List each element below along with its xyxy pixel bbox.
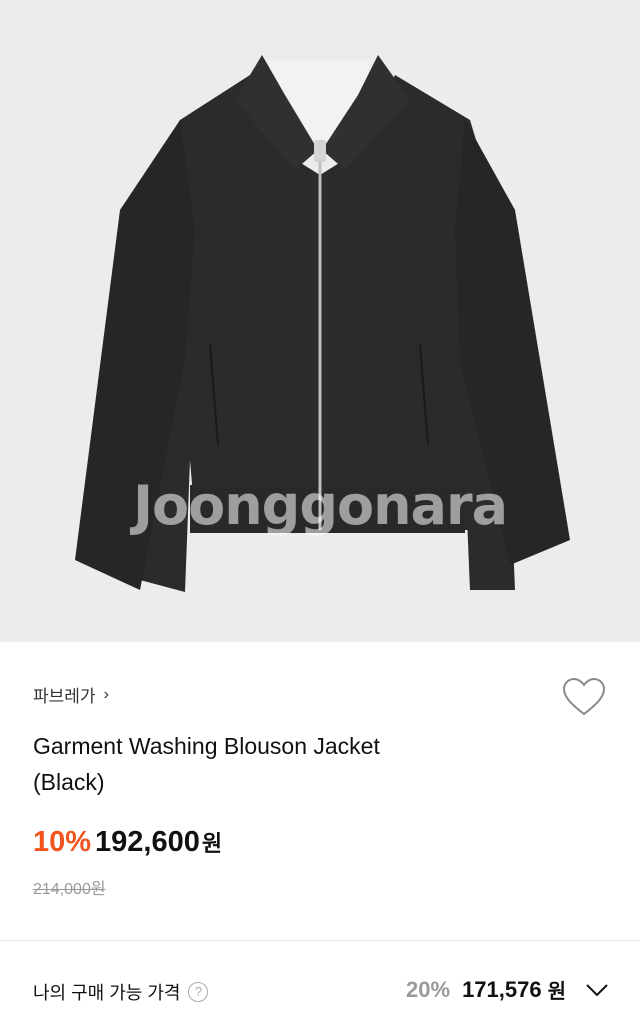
currency-suffix: 원 [201,831,223,856]
purchase-price-label: 나의 구매 가능 가격 [33,983,181,1003]
purchase-price-label-group: 나의 구매 가능 가격 ? [33,979,209,1005]
original-price: 214,000원 [33,881,106,898]
my-purchase-price-row[interactable]: 나의 구매 가능 가격 ? 20% 171,576 원 [0,941,640,1024]
purchase-discount-percent: 20% [406,976,451,1002]
brand-link[interactable]: 파브레가 › [33,682,109,707]
jacket-illustration [75,55,570,592]
product-title: Garment Washing Blouson Jacket (Black) [33,728,503,800]
product-info: 파브레가 › Garment Washing Blouson Jacket (B… [0,642,640,942]
product-title-line1: Garment Washing Blouson Jacket [33,733,380,759]
wishlist-heart-icon[interactable] [561,676,607,718]
help-question-icon[interactable]: ? [188,982,209,1002]
purchase-price: 20% 171,576 원 [406,975,610,1004]
purchase-price-value: 171,576 [462,976,542,1002]
sale-price: 192,600 [95,826,200,858]
product-title-line2: (Black) [33,769,105,795]
watermark-logo: Joonggonara [132,474,508,537]
chevron-right-icon: › [103,685,109,703]
brand-name: 파브레가 [33,687,96,706]
price-row: 10% 192,600 원 [33,826,222,859]
purchase-currency-suffix: 원 [547,981,566,1003]
chevron-down-icon[interactable] [584,981,610,999]
product-image[interactable]: Joonggonara [0,0,640,642]
discount-percent: 10% [33,826,92,858]
